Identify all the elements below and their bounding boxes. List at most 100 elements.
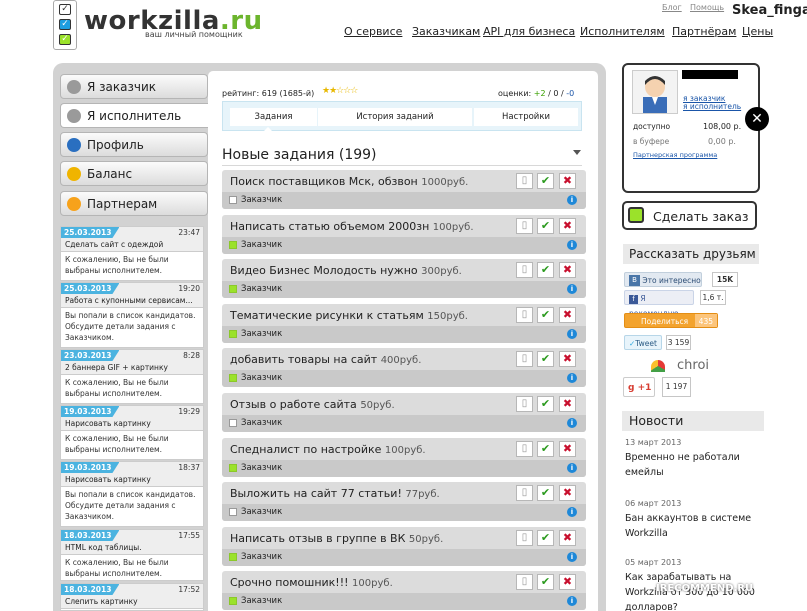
profile-link-performer[interactable]: я исполнитель bbox=[683, 102, 741, 111]
feed-item[interactable]: 23.03.2013 8:28 2 баннера GIF + картинку … bbox=[60, 349, 204, 404]
document-icon[interactable]: ▯ bbox=[516, 351, 533, 368]
nav-performers[interactable]: Исполнителям bbox=[580, 25, 665, 38]
task-row[interactable]: Написать отзыв в группе в ВК 50руб. ▯ ✔ ✖ За… bbox=[222, 526, 586, 566]
task-customer[interactable]: Заказчик bbox=[241, 552, 282, 562]
sidebar-item-customer[interactable]: Я заказчик bbox=[60, 74, 208, 99]
reject-cross-icon[interactable]: ✖ bbox=[559, 262, 576, 279]
nav-customers[interactable]: Заказчикам bbox=[412, 25, 480, 38]
feed-item[interactable]: 19.03.2013 19:29 Нарисовать картинку К со… bbox=[60, 405, 204, 460]
task-title[interactable]: Отзыв о работе сайта 50руб. bbox=[230, 398, 395, 411]
document-icon[interactable]: ▯ bbox=[516, 396, 533, 412]
feed-item[interactable]: 18.03.2013 17:52 Слепить картинку bbox=[60, 583, 204, 611]
reject-cross-icon[interactable]: ✖ bbox=[559, 306, 576, 323]
close-icon[interactable]: ✕ bbox=[745, 107, 769, 131]
gplus-button[interactable]: g +1 bbox=[623, 377, 655, 397]
info-icon[interactable]: i bbox=[567, 596, 577, 607]
info-icon[interactable]: i bbox=[567, 418, 577, 428]
task-title[interactable]: Написать отзыв в группе в ВК 50руб. bbox=[230, 532, 443, 545]
reject-cross-icon[interactable]: ✖ bbox=[559, 485, 576, 502]
chevron-down-icon[interactable] bbox=[573, 150, 581, 155]
sidebar-item-balance[interactable]: Баланс bbox=[60, 161, 208, 186]
reject-cross-icon[interactable]: ✖ bbox=[559, 440, 576, 457]
nav-about[interactable]: О сервисе bbox=[344, 25, 402, 38]
task-row[interactable]: Отзыв о работе сайта 50руб. ▯ ✔ ✖ Заказчик i bbox=[222, 393, 586, 432]
task-customer[interactable]: Заказчик bbox=[241, 240, 282, 250]
sidebar-item-profile[interactable]: Профиль bbox=[60, 132, 208, 157]
tab-history[interactable]: История заданий bbox=[318, 108, 472, 126]
feed-item[interactable]: 19.03.2013 18:37 Нарисовать картинку Вы п… bbox=[60, 461, 204, 527]
news-link[interactable]: Временно не работали емейлы bbox=[625, 450, 755, 480]
info-icon[interactable]: i bbox=[567, 284, 577, 295]
tweet-button[interactable]: ✓Tweet bbox=[624, 335, 662, 350]
accept-check-icon[interactable]: ✔ bbox=[537, 173, 554, 189]
chrome-icon[interactable] bbox=[651, 360, 665, 372]
avatar[interactable] bbox=[632, 70, 678, 114]
document-icon[interactable]: ▯ bbox=[516, 574, 533, 591]
blog-link[interactable]: Блог bbox=[662, 3, 682, 12]
document-icon[interactable]: ▯ bbox=[516, 485, 533, 502]
task-customer[interactable]: Заказчик bbox=[241, 418, 282, 428]
task-customer[interactable]: Заказчик bbox=[241, 284, 282, 294]
accept-check-icon[interactable]: ✔ bbox=[537, 440, 554, 457]
reject-cross-icon[interactable]: ✖ bbox=[559, 173, 576, 189]
task-customer[interactable]: Заказчик bbox=[241, 373, 282, 383]
task-customer[interactable]: Заказчик bbox=[241, 507, 282, 517]
document-icon[interactable]: ▯ bbox=[516, 306, 533, 323]
document-icon[interactable]: ▯ bbox=[516, 262, 533, 279]
task-title[interactable]: Написать статью объемом 2000зн 100руб. bbox=[230, 220, 474, 233]
task-row[interactable]: Спедналист по настройке 100руб. ▯ ✔ ✖ Заказч… bbox=[222, 437, 586, 477]
task-row[interactable]: Видео Бизнес Молодость нужно 300руб. ▯ ✔ ✖ З… bbox=[222, 259, 586, 299]
task-title[interactable]: Видео Бизнес Молодость нужно 300руб. bbox=[230, 264, 462, 277]
create-order-button[interactable]: Сделать заказ bbox=[622, 201, 757, 230]
info-icon[interactable]: i bbox=[567, 195, 577, 205]
nav-api[interactable]: API для бизнеса bbox=[483, 25, 575, 38]
info-icon[interactable]: i bbox=[567, 373, 577, 384]
vk-like-button[interactable]: B Это интересно bbox=[624, 272, 702, 287]
logo-checklist-icon[interactable]: ✓ ✓ ✓ bbox=[53, 0, 77, 50]
reject-cross-icon[interactable]: ✖ bbox=[559, 396, 576, 412]
help-link[interactable]: Помощь bbox=[690, 3, 724, 12]
document-icon[interactable]: ▯ bbox=[516, 217, 533, 234]
info-icon[interactable]: i bbox=[567, 462, 577, 473]
info-icon[interactable]: i bbox=[567, 239, 577, 250]
nav-partners[interactable]: Партнёрам bbox=[672, 25, 736, 38]
sidebar-item-performer[interactable]: Я исполнитель bbox=[60, 103, 210, 128]
task-title[interactable]: Тематические рисунки к статьям 150руб. bbox=[230, 309, 468, 322]
task-title[interactable]: Поиск поставщиков Мск, обзвон 1000руб. bbox=[230, 175, 468, 188]
accept-check-icon[interactable]: ✔ bbox=[537, 351, 554, 368]
task-customer[interactable]: Заказчик bbox=[241, 195, 282, 205]
reject-cross-icon[interactable]: ✖ bbox=[559, 351, 576, 368]
task-row[interactable]: Выложить на сайт 77 статьи! 77руб. ▯ ✔ ✖ Зак… bbox=[222, 482, 586, 522]
partner-program-link[interactable]: Партнерская программа bbox=[633, 151, 717, 159]
feed-item[interactable]: 18.03.2013 17:55 HTML код таблицы. К сожа… bbox=[60, 529, 204, 581]
task-row[interactable]: Тематические рисунки к статьям 150руб. ▯ ✔… bbox=[222, 303, 586, 343]
task-row[interactable]: Срочно помошник!!! 100руб. ▯ ✔ ✖ Заказчик i bbox=[222, 571, 586, 611]
task-row[interactable]: Поиск поставщиков Мск, обзвон 1000руб. ▯ ✔… bbox=[222, 170, 586, 209]
tab-tasks[interactable]: Задания bbox=[230, 108, 317, 126]
reject-cross-icon[interactable]: ✖ bbox=[559, 574, 576, 591]
task-customer[interactable]: Заказчик bbox=[241, 596, 282, 606]
document-icon[interactable]: ▯ bbox=[516, 173, 533, 189]
reject-cross-icon[interactable]: ✖ bbox=[559, 529, 576, 546]
accept-check-icon[interactable]: ✔ bbox=[537, 262, 554, 279]
news-link[interactable]: Бан аккаунтов в системе Workzilla bbox=[625, 511, 755, 541]
info-icon[interactable]: i bbox=[567, 328, 577, 339]
task-row[interactable]: Написать статью объемом 2000зн 100руб. ▯ ✔… bbox=[222, 214, 586, 254]
accept-check-icon[interactable]: ✔ bbox=[537, 485, 554, 502]
feed-item[interactable]: 25.03.2013 23:47 Сделать сайт с одеждой К… bbox=[60, 226, 204, 281]
accept-check-icon[interactable]: ✔ bbox=[537, 396, 554, 412]
feed-item[interactable]: 25.03.2013 19:20 Работа с купонными серви… bbox=[60, 282, 204, 348]
accept-check-icon[interactable]: ✔ bbox=[537, 574, 554, 591]
accept-check-icon[interactable]: ✔ bbox=[537, 306, 554, 323]
task-title[interactable]: добавить товары на сайт 400руб. bbox=[230, 353, 421, 366]
chrome-label[interactable]: chroi bbox=[677, 358, 709, 373]
reject-cross-icon[interactable]: ✖ bbox=[559, 217, 576, 234]
fb-recommend-button[interactable]: f Я рекомендую bbox=[624, 290, 694, 318]
username[interactable]: Skea_finga bbox=[732, 3, 807, 18]
document-icon[interactable]: ▯ bbox=[516, 440, 533, 457]
info-icon[interactable]: i bbox=[567, 507, 577, 518]
task-title[interactable]: Выложить на сайт 77 статьи! 77руб. bbox=[230, 487, 440, 500]
nav-prices[interactable]: Цены bbox=[742, 25, 773, 38]
accept-check-icon[interactable]: ✔ bbox=[537, 217, 554, 234]
task-title[interactable]: Спедналист по настройке 100руб. bbox=[230, 443, 426, 456]
